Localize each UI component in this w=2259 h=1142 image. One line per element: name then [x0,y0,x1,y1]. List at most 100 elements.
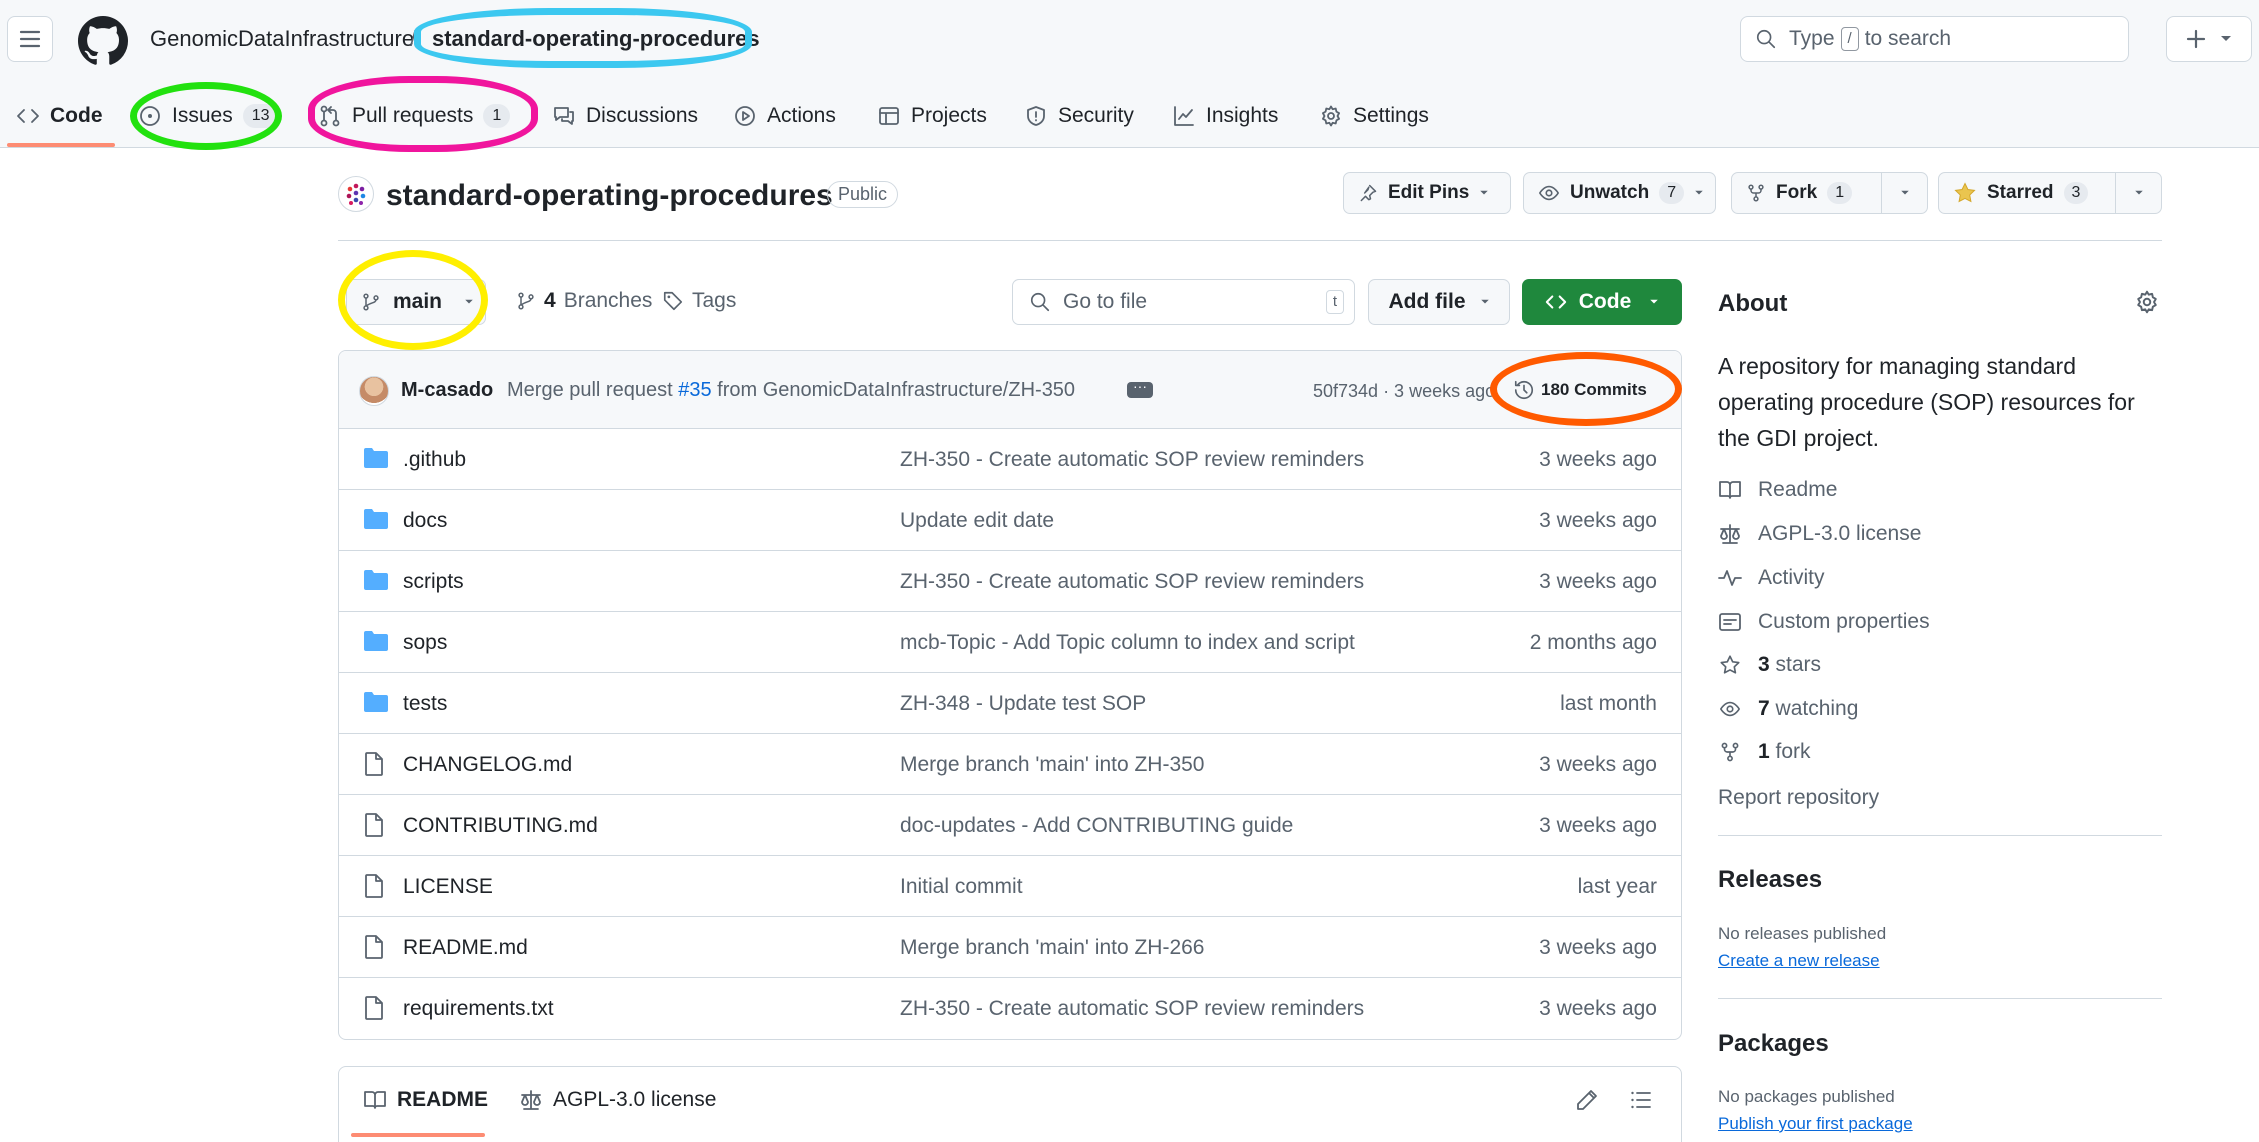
custom-properties-label: Custom properties [1758,610,1930,633]
activity-link[interactable]: Activity [1718,566,1825,590]
table-row[interactable]: .github ZH-350 - Create automatic SOP rev… [339,429,1681,490]
file-commit-message[interactable]: Merge branch 'main' into ZH-350 [900,753,1205,777]
add-file-button[interactable]: Add file [1368,279,1510,325]
file-commit-message[interactable]: Initial commit [900,875,1023,899]
commit-hash-time[interactable]: 50f734d · 3 weeks ago [1313,381,1495,402]
commit-author[interactable]: M-casado [401,379,493,402]
table-row[interactable]: LICENSE Initial commit last year [339,856,1681,917]
file-commit-date[interactable]: 3 weeks ago [1539,997,1657,1021]
file-commit-date[interactable]: 3 weeks ago [1539,936,1657,960]
file-name[interactable]: LICENSE [403,875,493,899]
table-row[interactable]: docs Update edit date 3 weeks ago [339,490,1681,551]
releases-heading[interactable]: Releases [1718,866,1822,894]
tab-issues[interactable]: Issues 13 [138,96,279,136]
tab-discussions[interactable]: Discussions [552,96,698,136]
readme-tab[interactable]: README [363,1088,488,1112]
file-name[interactable]: CONTRIBUTING.md [403,814,598,838]
code-button[interactable]: Code [1522,279,1682,325]
file-name[interactable]: docs [403,509,447,533]
file-commit-date[interactable]: 3 weeks ago [1539,814,1657,838]
tab-code[interactable]: Code [16,96,103,136]
file-commit-message[interactable]: Update edit date [900,509,1054,533]
menu-button[interactable] [7,16,53,62]
fork-dropdown[interactable] [1881,173,1927,213]
search-input[interactable]: Type / to search [1740,16,2129,62]
create-new-button[interactable] [2166,16,2252,62]
file-commit-message[interactable]: mcb-Topic - Add Topic column to index an… [900,631,1355,655]
table-row[interactable]: requirements.txt ZH-350 - Create automati… [339,978,1681,1039]
publish-package-link[interactable]: Publish your first package [1718,1114,1913,1134]
star-icon [1720,655,1740,674]
packages-heading[interactable]: Packages [1718,1030,1829,1058]
forks-link[interactable]: 1 fork [1718,740,1811,764]
branch-icon [363,293,379,311]
tab-projects[interactable]: Projects [877,96,987,136]
file-name[interactable]: scripts [403,570,464,594]
table-row[interactable]: sops mcb-Topic - Add Topic column to inde… [339,612,1681,673]
go-to-file-input[interactable]: Go to file t [1012,279,1355,325]
file-commit-date[interactable]: last month [1560,692,1657,716]
pencil-icon[interactable] [1575,1088,1599,1112]
star-dropdown[interactable] [2115,173,2161,213]
gear-icon[interactable] [2134,289,2160,315]
create-release-link[interactable]: Create a new release [1718,951,1880,971]
tab-actions[interactable]: Actions [733,96,836,136]
file-commit-date[interactable]: last year [1578,875,1657,899]
file-name[interactable]: CHANGELOG.md [403,753,572,777]
file-commit-date[interactable]: 3 weeks ago [1539,570,1657,594]
tab-settings[interactable]: Settings [1319,96,1429,136]
breadcrumb-repo[interactable]: standard-operating-procedures [432,26,760,52]
table-row[interactable]: CONTRIBUTING.md doc-updates - Add CONTRIB… [339,795,1681,856]
watching-link[interactable]: 7 watching [1718,697,1858,721]
report-repository-link[interactable]: Report repository [1718,786,1879,810]
file-commit-date[interactable]: 3 weeks ago [1539,753,1657,777]
file-commit-message[interactable]: Merge branch 'main' into ZH-266 [900,936,1205,960]
table-row[interactable]: scripts ZH-350 - Create automatic SOP rev… [339,551,1681,612]
tags-link[interactable]: Tags [662,289,736,313]
file-name[interactable]: README.md [403,936,528,960]
avatar[interactable] [359,376,389,406]
file-icon [363,752,385,776]
list-icon[interactable] [1629,1088,1653,1112]
commit-message[interactable]: Merge pull request #35 from GenomicDataI… [507,379,1075,402]
file-commit-message[interactable]: ZH-350 - Create automatic SOP review rem… [900,570,1364,594]
file-commit-message[interactable]: ZH-350 - Create automatic SOP review rem… [900,448,1364,472]
license-link[interactable]: AGPL-3.0 license [1718,522,1921,546]
branches-link[interactable]: 4 Branches [516,289,652,313]
file-name[interactable]: sops [403,631,447,655]
unwatch-button[interactable]: Unwatch 7 [1523,172,1716,214]
file-name[interactable]: tests [403,692,447,716]
repo-title[interactable]: standard-operating-procedures [386,179,833,213]
branch-selector[interactable]: main [346,279,486,325]
table-row[interactable]: tests ZH-348 - Update test SOP last month [339,673,1681,734]
file-name[interactable]: .github [403,448,466,472]
file-list: M-casado Merge pull request #35 from Gen… [338,350,1682,1040]
table-row[interactable]: README.md Merge branch 'main' into ZH-266… [339,917,1681,978]
tab-security[interactable]: Security [1024,96,1134,136]
ellipsis-icon[interactable]: ··· [1127,379,1153,398]
edit-pins-button[interactable]: Edit Pins [1343,172,1511,214]
file-name[interactable]: requirements.txt [403,997,554,1021]
file-commit-message[interactable]: doc-updates - Add CONTRIBUTING guide [900,814,1293,838]
file-commit-date[interactable]: 3 weeks ago [1539,448,1657,472]
table-row[interactable]: CHANGELOG.md Merge branch 'main' into ZH-… [339,734,1681,795]
fork-button[interactable]: Fork 1 [1731,172,1928,214]
stars-count: 3 [1758,653,1770,676]
tab-pull-requests[interactable]: Pull requests 1 [318,96,511,136]
tab-insights[interactable]: Insights [1172,96,1278,136]
no-packages-text: No packages published [1718,1087,1895,1106]
custom-properties-link[interactable]: Custom properties [1718,610,1930,634]
stars-link[interactable]: 3 stars [1718,653,1821,677]
github-logo-icon[interactable] [78,16,128,66]
license-tab[interactable]: AGPL-3.0 license [519,1088,716,1112]
file-commit-date[interactable]: 2 months ago [1530,631,1657,655]
pr-link[interactable]: #35 [678,379,711,401]
file-commit-message[interactable]: ZH-350 - Create automatic SOP review rem… [900,997,1364,1021]
starred-button[interactable]: Starred 3 [1938,172,2162,214]
breadcrumb-owner[interactable]: GenomicDataInfrastructure [150,26,414,52]
file-commit-message[interactable]: ZH-348 - Update test SOP [900,692,1146,716]
watching-count: 7 [1758,697,1770,720]
readme-link[interactable]: Readme [1718,478,1837,502]
commits-link[interactable]: 180 Commits [1513,379,1647,401]
file-commit-date[interactable]: 3 weeks ago [1539,509,1657,533]
